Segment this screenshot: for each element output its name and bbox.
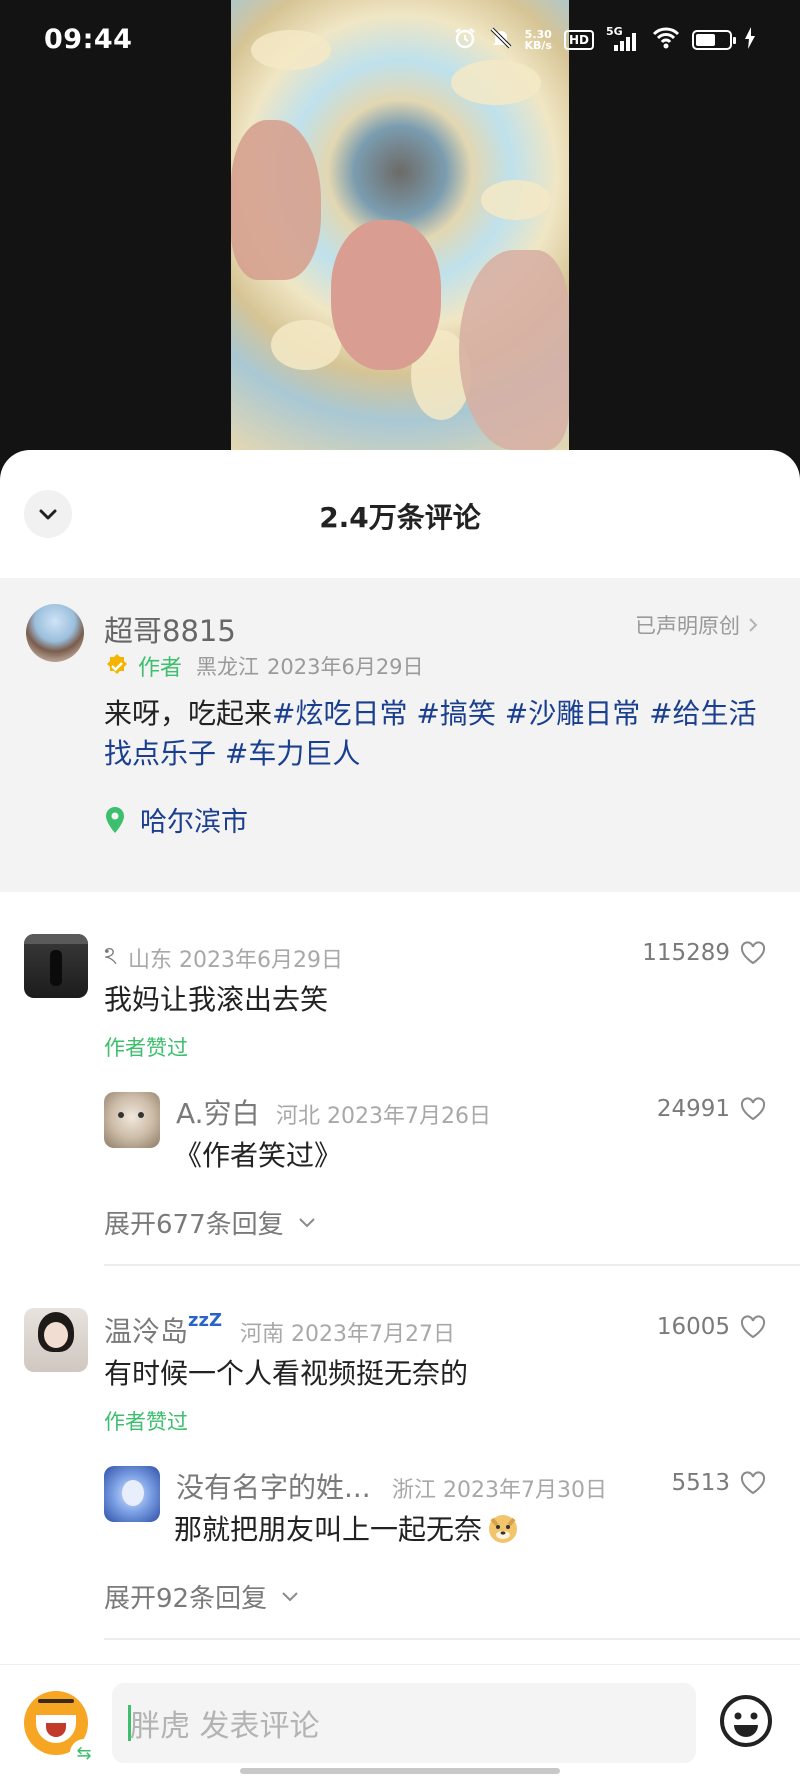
declared-original-link[interactable]: 已声明原创 [635, 610, 760, 640]
replier-avatar[interactable] [104, 1092, 160, 1148]
comments-sheet: 2.4万条评论 超哥8815 已声明原创 作者 黑龙江 2023年6月29日 来… [0, 450, 800, 1778]
status-bar: 09:44 5.30 KB/s HD 5G [0, 0, 800, 86]
like-button[interactable]: 5513 [671, 1470, 766, 1496]
doge-emoji-icon [489, 1515, 518, 1543]
alarm-icon [453, 26, 477, 54]
location-link[interactable]: 哈尔滨市 [104, 800, 248, 839]
verified-badge-icon [107, 654, 127, 674]
comment-input-bar: ⇆ 胖虎 发表评论 [0, 1664, 800, 1778]
divider [104, 1638, 800, 1640]
signal-icon: 5G [606, 25, 640, 51]
commenter-name[interactable]: ঽ [104, 938, 117, 978]
heart-icon [740, 1315, 766, 1339]
comment-meta: 山东 2023年6月29日 [128, 948, 343, 973]
comment-meta: 河南 2023年7月27日 [240, 1322, 455, 1347]
hd-badge: HD [563, 30, 594, 50]
location-pin-icon [106, 806, 124, 833]
chevron-down-icon [282, 1591, 298, 1601]
wifi-icon [652, 27, 680, 53]
expand-replies-button[interactable]: 展开677条回复 [104, 1204, 316, 1241]
chevron-right-icon [749, 618, 758, 632]
replier-name[interactable]: 没有名字的姓... [176, 1466, 371, 1506]
hashtags[interactable]: #炫吃日常 #搞笑 #沙雕日常 #给生活 [272, 697, 757, 730]
reply-meta: 浙江 2023年7月30日 [392, 1478, 607, 1503]
post-date: 2023年6月29日 [267, 655, 424, 679]
commenter-avatar[interactable] [24, 1308, 88, 1372]
comment-input[interactable]: 胖虎 发表评论 [112, 1683, 696, 1763]
comment-count-title: 2.4万条评论 [319, 501, 481, 534]
network-speed: 5.30 KB/s [524, 28, 552, 52]
mute-icon [489, 26, 513, 54]
heart-icon [740, 941, 766, 965]
home-indicator[interactable] [240, 1768, 560, 1774]
comment-text: 我妈让我滚出去笑 [104, 983, 329, 1016]
comment-item: 温泠岛zzZ 河南 2023年7月27日 16005 有时候一个人看视频挺无奈的… [0, 1294, 800, 1624]
author-name[interactable]: 超哥8815 [104, 608, 236, 650]
heart-icon [740, 1097, 766, 1121]
author-post: 超哥8815 已声明原创 作者 黑龙江 2023年6月29日 来呀，吃起来#炫吃… [0, 578, 800, 892]
reply-meta: 河北 2023年7月26日 [276, 1104, 491, 1129]
like-button[interactable]: 115289 [642, 940, 766, 966]
comment-item: ঽ 山东 2023年6月29日 115289 我妈让我滚出去笑 作者赞过 A.穷… [0, 920, 800, 1250]
switch-account-icon[interactable]: ⇆ [70, 1739, 98, 1767]
heart-icon [740, 1471, 766, 1495]
post-region: 黑龙江 [196, 655, 260, 679]
like-button[interactable]: 24991 [657, 1096, 766, 1122]
reply-text: 《作者笑过》 [174, 1139, 343, 1172]
status-icons: 5.30 KB/s HD 5G [453, 25, 757, 54]
emoji-button[interactable] [718, 1693, 774, 1749]
commenter-avatar[interactable] [24, 934, 88, 998]
comment-text: 有时候一个人看视频挺无奈的 [104, 1357, 469, 1390]
replier-name[interactable]: A.穷白 [176, 1092, 260, 1132]
battery-icon [692, 30, 736, 50]
charging-icon [744, 27, 756, 53]
hashtags[interactable]: 找点乐子 #车力巨人 [104, 737, 360, 770]
author-liked-label: 作者赞过 [104, 1410, 188, 1434]
comment-placeholder: 胖虎 发表评论 [130, 1709, 320, 1744]
commenter-name[interactable]: 温泠岛zzZ [104, 1310, 222, 1350]
like-button[interactable]: 16005 [657, 1314, 766, 1340]
divider [104, 1264, 800, 1266]
post-caption: 来呀，吃起来#炫吃日常 #搞笑 #沙雕日常 #给生活 找点乐子 #车力巨人 [104, 697, 757, 770]
chevron-down-icon [298, 1217, 315, 1227]
expand-replies-button[interactable]: 展开92条回复 [104, 1578, 299, 1615]
reply-text: 那就把朋友叫上一起无奈 [174, 1508, 520, 1548]
author-liked-label: 作者赞过 [104, 1036, 188, 1060]
author-tag: 作者 [138, 656, 183, 681]
replier-avatar[interactable] [104, 1466, 160, 1522]
smiley-icon [720, 1695, 772, 1747]
author-meta: 作者 黑龙江 2023年6月29日 [104, 650, 424, 682]
sheet-header: 2.4万条评论 [0, 450, 800, 578]
author-avatar[interactable] [26, 604, 84, 662]
status-time: 09:44 [44, 24, 133, 55]
